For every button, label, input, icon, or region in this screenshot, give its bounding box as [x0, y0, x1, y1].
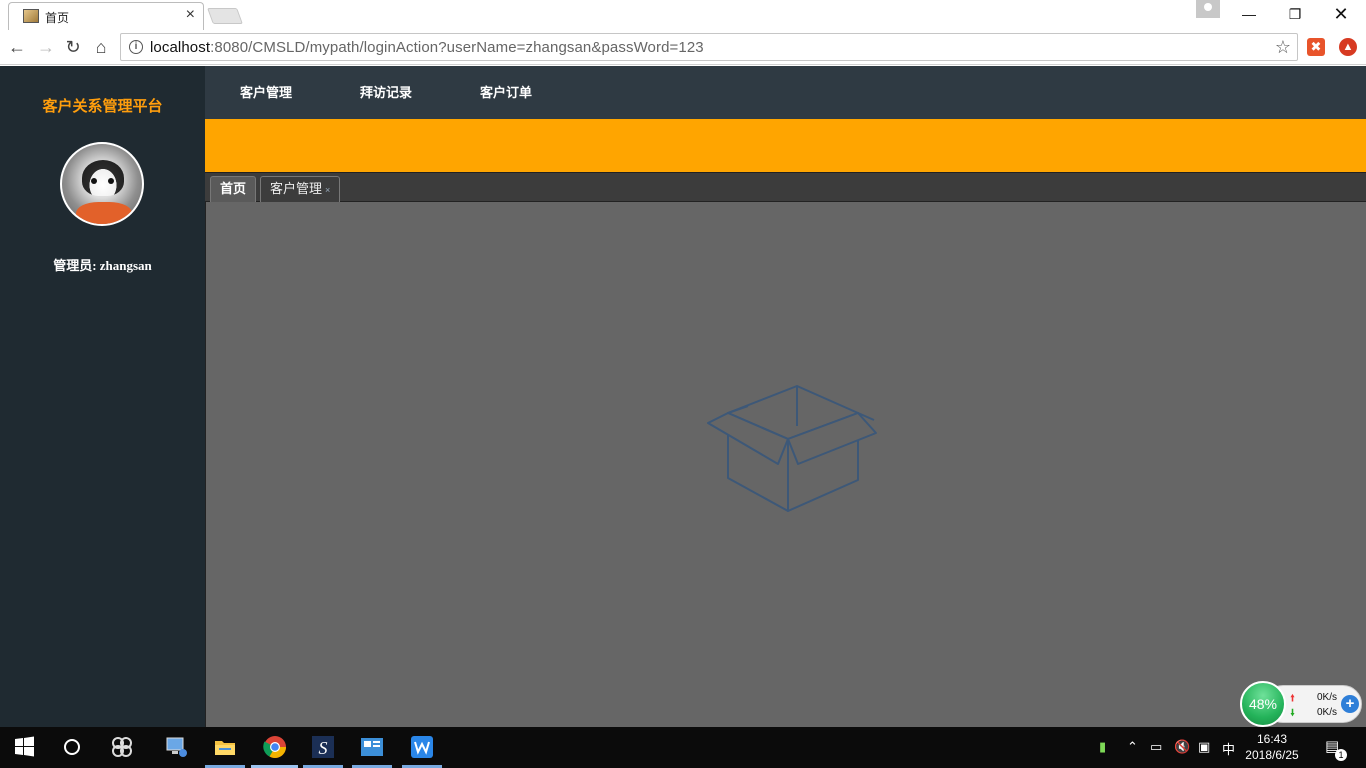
browser-toolbar: ← → ↻ ⌂ i localhost:8080/CMSLD/mypath/lo… — [0, 30, 1366, 65]
boost-plus-icon[interactable]: + — [1341, 695, 1359, 713]
orange-banner — [205, 119, 1366, 172]
tab-customer-management-label: 客户管理 — [270, 181, 323, 196]
page-tab-bar: 首页 客户管理 × — [205, 172, 1366, 202]
new-tab-button[interactable] — [207, 8, 243, 24]
url-text[interactable]: localhost:8080/CMSLD/mypath/loginAction?… — [150, 39, 704, 56]
nav-item-customer-management[interactable]: 客户管理 — [240, 82, 292, 101]
system-clock[interactable]: 16:43 2018/6/25 — [1242, 731, 1302, 763]
network-computer-icon[interactable] — [164, 735, 188, 759]
windows-taskbar: S ▮ ⌃ ▭ 🔇 ▣ 中 16:43 2018/6/25 ▤ 1 — [0, 727, 1366, 768]
file-explorer-icon[interactable] — [213, 735, 237, 759]
extension-upload-icon[interactable]: ▲ — [1339, 38, 1357, 56]
battery-charge-icon[interactable]: ▮ — [1099, 739, 1106, 755]
browser-tab-title: 首页 — [45, 11, 70, 25]
admin-label: 管理员: zhangsan — [53, 258, 152, 273]
minimize-button[interactable]: — — [1226, 0, 1272, 28]
browser-titlebar: 首页 × — ❐ ✕ — [0, 0, 1366, 30]
tab-customer-management[interactable]: 客户管理 × — [260, 176, 341, 202]
info-icon[interactable]: i — [129, 40, 143, 54]
back-icon[interactable]: ← — [6, 36, 28, 58]
sidebar: 客户关系管理平台 管理员: zhangsan — [0, 66, 205, 727]
browser-tab[interactable]: 首页 × — [8, 2, 204, 30]
tab-close-icon[interactable]: × — [186, 7, 195, 23]
eclipse-ide-icon[interactable]: S — [311, 735, 335, 759]
close-window-button[interactable]: ✕ — [1318, 0, 1364, 28]
ime-indicator[interactable]: 中 — [1222, 739, 1235, 758]
brand-title: 客户关系管理平台 — [42, 98, 163, 115]
empty-box-icon — [707, 385, 877, 512]
svg-text:S: S — [319, 738, 328, 758]
reload-icon[interactable]: ↻ — [62, 36, 84, 58]
nav-item-customer-orders[interactable]: 客户订单 — [480, 82, 532, 101]
page-favicon-icon — [23, 9, 39, 23]
wps-writer-icon[interactable] — [410, 735, 434, 759]
home-icon[interactable]: ⌂ — [90, 36, 112, 58]
web-page: 客户关系管理平台 管理员: zhangsan 客户管理 拜访记录 客户订单 首页… — [0, 66, 1366, 727]
avatar-eye-left — [91, 178, 97, 184]
volume-muted-icon[interactable]: 🔇 — [1174, 739, 1190, 755]
star-icon[interactable]: ☆ — [1275, 37, 1291, 58]
maximize-button[interactable]: ❐ — [1272, 0, 1318, 28]
url-host: localhost — [150, 39, 211, 56]
notification-count: 1 — [1335, 749, 1347, 761]
power-icon[interactable]: ▭ — [1150, 739, 1162, 755]
tab-home[interactable]: 首页 — [210, 176, 257, 202]
profile-icon[interactable] — [1196, 0, 1220, 18]
avatar — [60, 142, 144, 226]
screen-tool-icon[interactable] — [360, 735, 384, 759]
avatar-face — [82, 160, 124, 196]
start-windows-icon[interactable] — [13, 735, 37, 759]
cortana-search-icon[interactable] — [60, 735, 84, 759]
download-speed: 0K/s — [1317, 707, 1338, 718]
address-bar[interactable]: i localhost:8080/CMSLD/mypath/loginActio… — [120, 33, 1298, 61]
tab-home-label: 首页 — [220, 181, 247, 196]
avatar-shirt — [76, 202, 132, 224]
avatar-eye-right — [108, 178, 114, 184]
clock-date: 2018/6/25 — [1245, 748, 1299, 762]
url-path: :8080/CMSLD/mypath/loginAction?userName=… — [210, 39, 704, 56]
tab-close-icon[interactable]: × — [325, 185, 330, 195]
content-area — [205, 202, 1366, 727]
forward-icon[interactable]: → — [35, 36, 57, 58]
show-hidden-icons-icon[interactable]: ⌃ — [1127, 739, 1138, 755]
network-warning-icon[interactable]: ▣ — [1198, 739, 1210, 755]
network-meter-widget[interactable]: 48% 🠙 🠛 0K/s 0K/s + — [1240, 681, 1364, 727]
upload-speed: 0K/s — [1317, 692, 1338, 703]
nav-item-visit-records[interactable]: 拜访记录 — [360, 82, 412, 101]
clock-time: 16:43 — [1256, 732, 1288, 746]
extension-tools-icon[interactable]: ✖ — [1307, 38, 1325, 56]
task-view-icon[interactable] — [110, 735, 134, 759]
chrome-icon[interactable] — [263, 735, 287, 759]
top-nav: 客户管理 拜访记录 客户订单 — [205, 66, 1366, 119]
memory-percent[interactable]: 48% — [1240, 681, 1286, 727]
download-arrow-icon: 🠛 — [1290, 708, 1296, 719]
